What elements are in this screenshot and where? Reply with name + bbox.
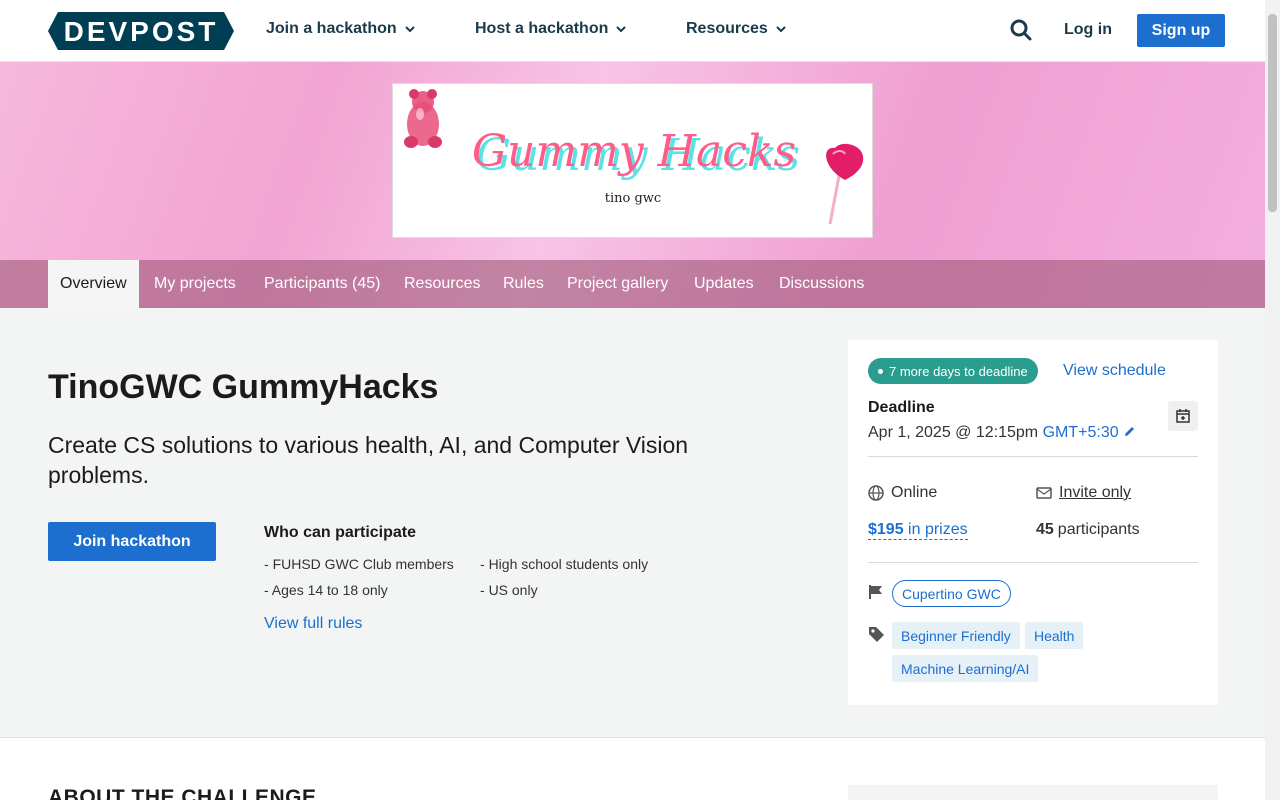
- deadline-date: Apr 1, 2025 @ 12:15pm GMT+5:30: [868, 424, 1136, 442]
- organizer-chip[interactable]: Cupertino GWC: [892, 580, 1011, 607]
- nav-resources-label: Resources: [686, 20, 768, 37]
- nav-host-hackathon-label: Host a hackathon: [475, 20, 609, 37]
- scrollbar-thumb[interactable]: [1268, 14, 1277, 212]
- add-to-calendar-button[interactable]: [1168, 401, 1198, 431]
- deadline-datetime: Apr 1, 2025 @ 12:15pm: [868, 424, 1039, 441]
- logo-text: DEVPOST: [64, 16, 219, 47]
- tab-updates[interactable]: Updates: [682, 260, 766, 308]
- lower-sidebar-card: [848, 785, 1218, 800]
- gummy-bear-graphic: [404, 89, 442, 148]
- theme-tag[interactable]: Health: [1025, 622, 1084, 649]
- prize-amount: $195: [868, 521, 904, 538]
- theme-tag[interactable]: Machine Learning/AI: [892, 655, 1039, 682]
- login-link[interactable]: Log in: [1064, 21, 1112, 39]
- nav-resources[interactable]: Resources: [686, 20, 786, 38]
- participants-info: 45 participants: [1036, 521, 1140, 539]
- tag-icon: [869, 627, 884, 642]
- nav-host-hackathon[interactable]: Host a hackathon: [475, 20, 627, 38]
- tab-project-gallery[interactable]: Project gallery: [555, 260, 680, 308]
- tab-overview[interactable]: Overview: [48, 260, 139, 308]
- deadline-countdown-badge: 7 more days to deadline: [868, 358, 1038, 384]
- page-scrollbar[interactable]: [1265, 0, 1280, 800]
- banner-subtitle: tino gwc: [605, 191, 661, 206]
- deadline-countdown-text: 7 more days to deadline: [889, 363, 1028, 379]
- deadline-label: Deadline: [868, 399, 935, 416]
- hackathon-title: TinoGWC GummyHacks: [48, 368, 439, 406]
- banner-image: Gummy Hacks Gummy Hacks tino gwc: [392, 83, 873, 238]
- pencil-icon[interactable]: [1123, 425, 1136, 438]
- hackathon-banner: Gummy Hacks Gummy Hacks tino gwc Overvie…: [0, 62, 1265, 308]
- calendar-add-icon: [1176, 409, 1190, 423]
- search-icon[interactable]: [1010, 19, 1032, 41]
- participants-suffix: participants: [1057, 521, 1140, 538]
- about-challenge-heading: ABOUT THE CHALLENGE: [48, 786, 317, 800]
- chevron-down-icon: [776, 26, 786, 33]
- hackathon-tabs: Overview My projects Participants (45) R…: [0, 260, 1265, 308]
- banner-title: Gummy Hacks: [472, 126, 796, 177]
- theme-tag[interactable]: Beginner Friendly: [892, 622, 1020, 649]
- invite-only-text[interactable]: Invite only: [1059, 484, 1131, 502]
- eligibility-item: US only: [480, 582, 538, 598]
- hackathon-info-card: 7 more days to deadline View schedule De…: [848, 340, 1218, 705]
- top-navbar: DEVPOST Join a hackathon Host a hackatho…: [0, 0, 1265, 62]
- overview-section: TinoGWC GummyHacks Create CS solutions t…: [0, 308, 1265, 738]
- eligibility-item: High school students only: [480, 556, 649, 572]
- chevron-down-icon: [616, 26, 627, 33]
- view-schedule-link[interactable]: View schedule: [1063, 362, 1166, 380]
- nav-join-hackathon[interactable]: Join a hackathon: [266, 20, 415, 38]
- devpost-logo[interactable]: DEVPOST: [48, 12, 234, 50]
- join-hackathon-button[interactable]: Join hackathon: [48, 522, 216, 561]
- flag-icon: [869, 585, 882, 599]
- envelope-lock-icon: [1036, 487, 1052, 499]
- timezone-link[interactable]: GMT+5:30: [1043, 424, 1119, 441]
- divider: [868, 456, 1198, 457]
- globe-icon: [868, 485, 884, 501]
- access-info: Invite only: [1036, 484, 1131, 502]
- tab-my-projects[interactable]: My projects: [142, 260, 248, 308]
- gummy-hacks-artwork: Gummy Hacks Gummy Hacks tino gwc: [404, 89, 864, 225]
- divider: [868, 562, 1198, 563]
- tab-rules[interactable]: Rules: [491, 260, 556, 308]
- prize-suffix: in prizes: [908, 521, 968, 538]
- participants-count: 45: [1036, 521, 1054, 538]
- tab-participants[interactable]: Participants (45): [252, 260, 393, 308]
- tab-discussions[interactable]: Discussions: [767, 260, 876, 308]
- eligibility-item: Ages 14 to 18 only: [264, 582, 388, 598]
- location-text: Online: [891, 484, 938, 501]
- view-full-rules-link[interactable]: View full rules: [264, 615, 362, 633]
- signup-button[interactable]: Sign up: [1137, 14, 1225, 47]
- nav-join-hackathon-label: Join a hackathon: [266, 20, 397, 37]
- prizes-info[interactable]: $195 in prizes: [868, 521, 968, 540]
- dot-icon: [878, 368, 883, 374]
- lollipop-graphic: [826, 143, 864, 225]
- tab-resources[interactable]: Resources: [392, 260, 492, 308]
- eligibility-item: FUHSD GWC Club members: [264, 556, 454, 572]
- prize-link[interactable]: $195 in prizes: [868, 521, 968, 540]
- location-info: Online: [868, 484, 937, 502]
- eligibility-heading: Who can participate: [264, 524, 417, 541]
- chevron-down-icon: [404, 26, 415, 33]
- hackathon-tagline: Create CS solutions to various health, A…: [48, 432, 689, 488]
